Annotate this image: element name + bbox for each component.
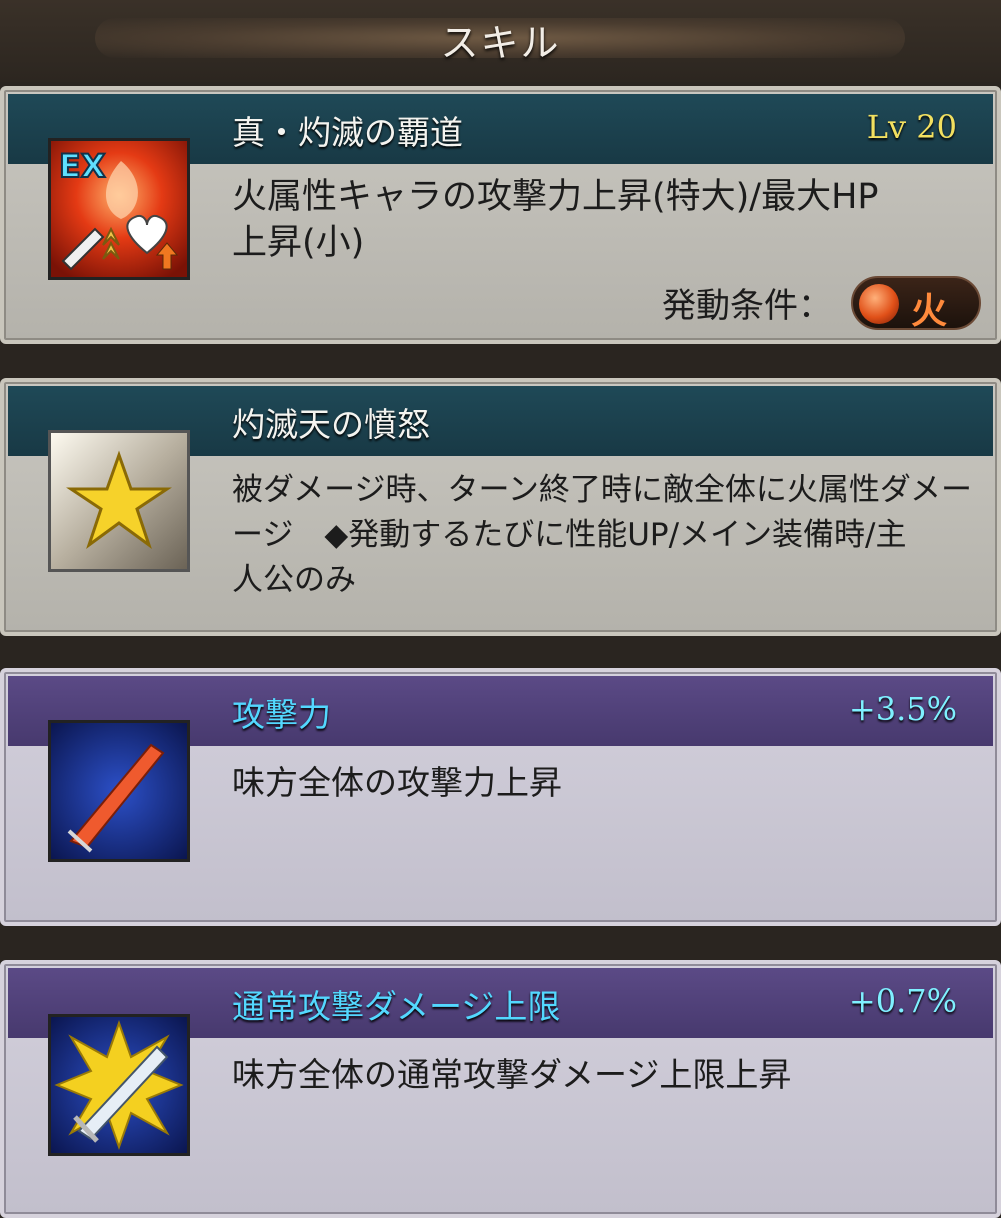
ex-attack-hp-up-icon: EX xyxy=(48,138,190,280)
page-title: スキル xyxy=(440,21,561,65)
skill-card-damage-cap[interactable]: 通常攻撃ダメージ上限 +0.7% 味方全体の通常攻撃ダメージ上限上昇 xyxy=(0,960,1001,1218)
element-badge: 火 xyxy=(851,276,981,332)
sword-icon xyxy=(48,720,190,862)
skill-title: 攻撃力 xyxy=(232,695,331,734)
skill-bonus: +3.5% xyxy=(848,690,957,728)
skill-title: 通常攻撃ダメージ上限 xyxy=(232,987,561,1026)
skill-level: Lv 20 xyxy=(866,108,957,146)
skill-description: 味方全体の通常攻撃ダメージ上限上昇 xyxy=(232,1055,792,1094)
skill-bonus: +0.7% xyxy=(848,982,957,1020)
skill-card-attack[interactable]: 攻撃力 +3.5% 味方全体の攻撃力上昇 xyxy=(0,668,1001,926)
sword-burst-icon xyxy=(48,1014,190,1156)
skill-title: 真・灼滅の覇道 xyxy=(232,113,463,152)
trigger-condition-label: 発動条件： xyxy=(662,286,832,326)
fire-orb-icon xyxy=(859,284,899,324)
skill-description: 味方全体の攻撃力上昇 xyxy=(232,763,562,802)
skill-description: 被ダメージ時、ターン終了時に敵全体に火属性ダメー ージ ◆発動するたびに性能UP… xyxy=(232,472,972,598)
skill-description: 火属性キャラの攻撃力上昇(特大)/最大HP 上昇(小) xyxy=(232,177,879,263)
skill-card-passive[interactable]: 灼滅天の憤怒 被ダメージ時、ターン終了時に敵全体に火属性ダメー ージ ◆発動する… xyxy=(0,378,1001,636)
header-bar: スキル xyxy=(0,0,1001,82)
skill-title: 灼滅天の憤怒 xyxy=(232,405,430,444)
star-icon xyxy=(48,430,190,572)
skill-card-ex[interactable]: 真・灼滅の覇道 Lv 20 EX 火属性キャラの攻撃力上昇(特大)/最大HP 上… xyxy=(0,86,1001,344)
svg-text:EX: EX xyxy=(59,147,106,185)
element-text: 火 xyxy=(911,291,948,332)
